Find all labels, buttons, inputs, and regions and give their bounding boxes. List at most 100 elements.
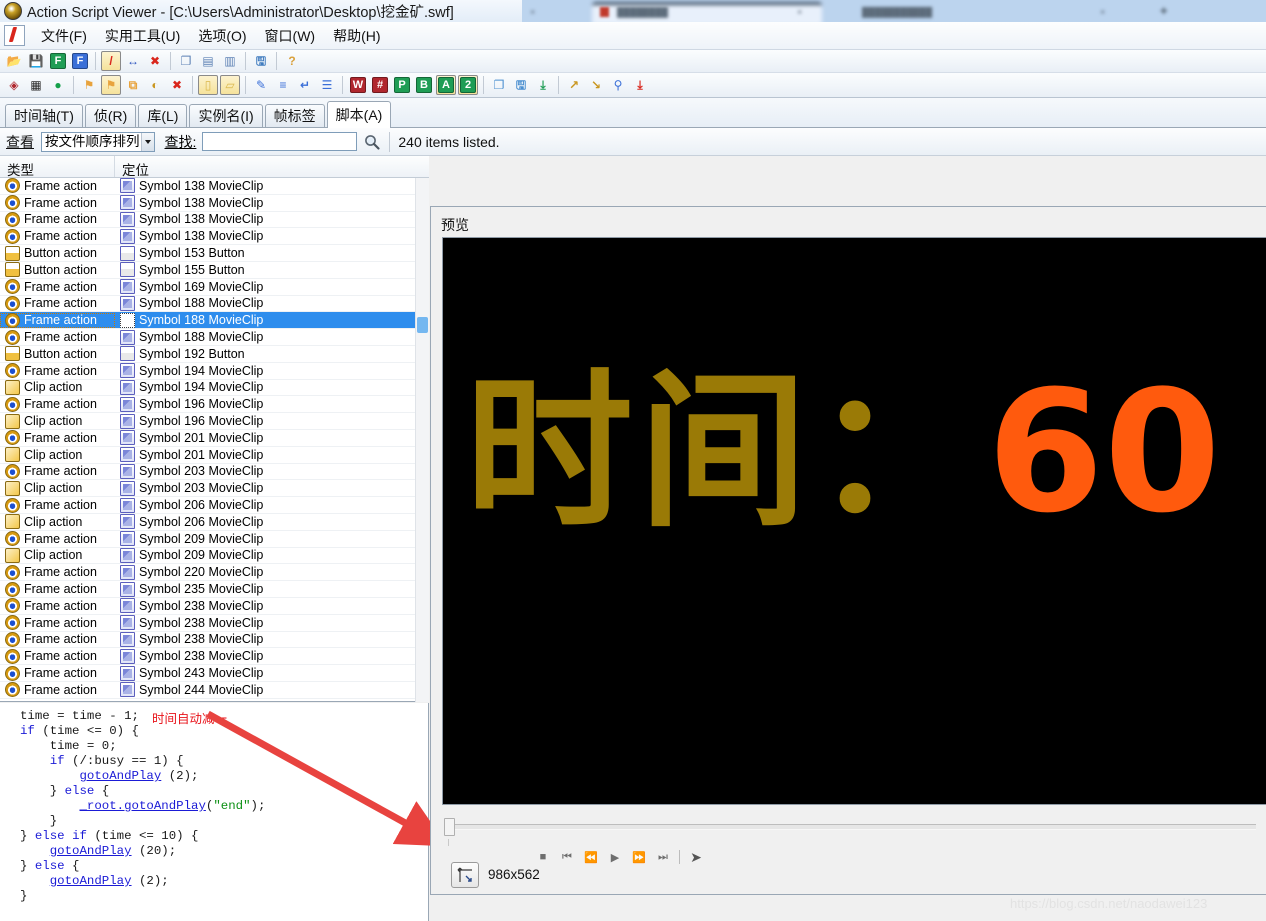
save-script-icon[interactable]: 🖫 <box>511 75 531 95</box>
table-row[interactable]: Clip action Symbol 206 MovieClip <box>0 514 428 531</box>
tab-library[interactable]: 库(L) <box>138 104 188 127</box>
bytecode-b-icon[interactable]: B <box>414 75 434 95</box>
table-row[interactable]: Frame action Symbol 138 MovieClip <box>0 211 428 229</box>
export-f-green-icon[interactable]: F <box>48 51 68 71</box>
table-row[interactable]: Clip action Symbol 203 MovieClip <box>0 480 428 498</box>
zoom-magnifier-icon[interactable]: ⚲ <box>608 75 628 95</box>
word-wrap-w-icon[interactable]: W <box>348 75 368 95</box>
line-numbers-hash-icon[interactable]: # <box>370 75 390 95</box>
table-row[interactable]: Frame action Symbol 238 MovieClip <box>0 598 428 615</box>
table-row[interactable]: Frame action Symbol 243 MovieClip <box>0 665 428 682</box>
menu-window[interactable]: 窗口(W) <box>256 24 325 48</box>
magnifier-icon[interactable] <box>363 133 381 151</box>
table-row[interactable]: Frame action Symbol 238 MovieClip <box>0 648 428 666</box>
table-row[interactable]: Clip action Symbol 209 MovieClip <box>0 547 428 565</box>
table-row[interactable]: Clip action Symbol 196 MovieClip <box>0 413 428 430</box>
pcode-p-icon[interactable]: P <box>392 75 412 95</box>
find-input[interactable] <box>202 132 358 151</box>
color-palette-icon[interactable]: ▦ <box>26 75 46 95</box>
resize-arrows-icon[interactable]: ↔ <box>123 51 143 71</box>
export-selected-icon[interactable]: ⚑ <box>101 75 121 95</box>
tile-horizontal-icon[interactable]: ▤ <box>198 51 218 71</box>
table-row[interactable]: Button action Symbol 155 Button <box>0 262 428 279</box>
menu-file[interactable]: 文件(F) <box>32 24 96 48</box>
save-icon[interactable]: 💾 <box>26 51 46 71</box>
table-row[interactable]: Frame action Symbol 220 MovieClip <box>0 564 428 582</box>
preview-seekbar[interactable] <box>442 815 1266 846</box>
document-lines-icon[interactable]: ☰ <box>317 75 337 95</box>
step-forward-button[interactable]: ⏩ <box>627 848 651 866</box>
menu-tools[interactable]: 实用工具(U) <box>96 24 189 48</box>
search-script-icon[interactable]: ↗ <box>564 75 584 95</box>
table-row[interactable]: Frame action Symbol 209 MovieClip <box>0 531 428 548</box>
table-row[interactable]: Frame action Symbol 188 MovieClip <box>0 312 428 330</box>
save-as-script-icon[interactable]: ⤓ <box>630 75 650 95</box>
preview-seekbar-thumb[interactable] <box>444 818 455 836</box>
table-row[interactable]: Frame action Symbol 188 MovieClip <box>0 295 428 313</box>
script-pen-icon[interactable]: / <box>101 51 121 71</box>
export-f-blue-icon[interactable]: F <box>70 51 90 71</box>
table-row[interactable]: Frame action Symbol 206 MovieClip <box>0 497 428 514</box>
replace-script-icon[interactable]: ↘ <box>586 75 606 95</box>
table-row[interactable]: Frame action Symbol 138 MovieClip <box>0 195 428 212</box>
tab-instance-names[interactable]: 实例名(I) <box>189 104 263 127</box>
table-row[interactable]: Frame action Symbol 138 MovieClip <box>0 228 428 246</box>
copy-window-icon[interactable]: ❐ <box>176 51 196 71</box>
open-folder-icon[interactable]: 📂 <box>4 51 24 71</box>
flash-player-button[interactable]: ➤ <box>684 848 708 866</box>
table-row[interactable]: Clip action Symbol 201 MovieClip <box>0 447 428 464</box>
copy-script-icon[interactable]: ❐ <box>489 75 509 95</box>
tab-frame-labels[interactable]: 帧标签 <box>264 104 325 127</box>
table-row[interactable]: Frame action Symbol 169 MovieClip <box>0 279 428 296</box>
as2-version-icon[interactable]: 2 <box>458 75 478 95</box>
rewind-to-start-button[interactable]: ⏮ <box>555 848 579 866</box>
script-source-pane[interactable]: time = time - 1; if (time <= 0) { time =… <box>0 703 429 921</box>
swf-info-icon[interactable]: ◈ <box>4 75 24 95</box>
chevron-down-icon[interactable] <box>140 132 154 151</box>
table-row[interactable]: Frame action Symbol 244 MovieClip <box>0 682 428 699</box>
tab-detect[interactable]: 侦(R) <box>84 104 137 127</box>
help-page-icon[interactable]: ? <box>282 51 302 71</box>
remove-color-icon[interactable]: ✖ <box>167 75 187 95</box>
play-button[interactable]: ▶ <box>603 848 627 866</box>
save-report-icon[interactable]: 🖫 <box>251 51 271 71</box>
stop-button[interactable]: ■ <box>531 848 555 866</box>
preview-seekbar-track[interactable] <box>454 824 1256 830</box>
step-back-button[interactable]: ⏪ <box>579 848 603 866</box>
table-row[interactable]: Button action Symbol 192 Button <box>0 346 428 363</box>
table-row[interactable]: Frame action Symbol 203 MovieClip <box>0 463 428 481</box>
export-all-scripts-icon[interactable]: ⤓ <box>533 75 553 95</box>
export-tags-icon[interactable]: ⚑ <box>79 75 99 95</box>
tile-vertical-icon[interactable]: ▥ <box>220 51 240 71</box>
table-row[interactable]: Frame action Symbol 188 MovieClip <box>0 329 428 346</box>
table-row[interactable]: Button action Symbol 153 Button <box>0 245 428 262</box>
table-row[interactable]: Frame action Symbol 194 MovieClip <box>0 363 428 380</box>
view-label[interactable]: 查看 <box>6 132 34 152</box>
color-wheel-icon[interactable]: ● <box>48 75 68 95</box>
table-row[interactable]: Clip action Symbol 194 MovieClip <box>0 379 428 397</box>
script-list-scrollbar[interactable] <box>415 178 429 702</box>
table-row[interactable]: Frame action Symbol 201 MovieClip <box>0 430 428 447</box>
actionscript-a-icon[interactable]: A <box>436 75 456 95</box>
table-row[interactable]: Frame action Symbol 238 MovieClip <box>0 631 428 649</box>
column-header-type[interactable]: 类型 <box>0 156 115 178</box>
table-row[interactable]: Frame action Symbol 235 MovieClip <box>0 581 428 598</box>
go-to-end-button[interactable]: ⏭ <box>651 848 675 866</box>
table-row[interactable]: Frame action Symbol 238 MovieClip <box>0 615 428 632</box>
tab-scripts[interactable]: 脚本(A) <box>326 101 392 128</box>
script-list-scrollbar-thumb[interactable] <box>417 317 428 333</box>
menu-help[interactable]: 帮助(H) <box>324 24 389 48</box>
sort-order-dropdown[interactable]: 按文件顺序排列 <box>41 131 155 152</box>
menu-options[interactable]: 选项(O) <box>189 24 255 48</box>
list-lines-icon[interactable]: ≡ <box>273 75 293 95</box>
page-note-icon[interactable]: ▱ <box>220 75 240 95</box>
fit-to-window-icon[interactable] <box>451 862 479 888</box>
edit-script-icon[interactable]: ✎ <box>251 75 271 95</box>
table-row[interactable]: Frame action Symbol 138 MovieClip <box>0 178 428 195</box>
tab-timeline[interactable]: 时间轴(T) <box>5 104 83 127</box>
wrap-lines-icon[interactable]: ↵ <box>295 75 315 95</box>
script-delete-icon[interactable]: ✖ <box>145 51 165 71</box>
script-list[interactable]: Frame action Symbol 138 MovieClip Frame ac… <box>0 178 429 702</box>
table-row[interactable]: Frame action Symbol 196 MovieClip <box>0 396 428 414</box>
duplicate-frame-icon[interactable]: ⧉ <box>123 75 143 95</box>
